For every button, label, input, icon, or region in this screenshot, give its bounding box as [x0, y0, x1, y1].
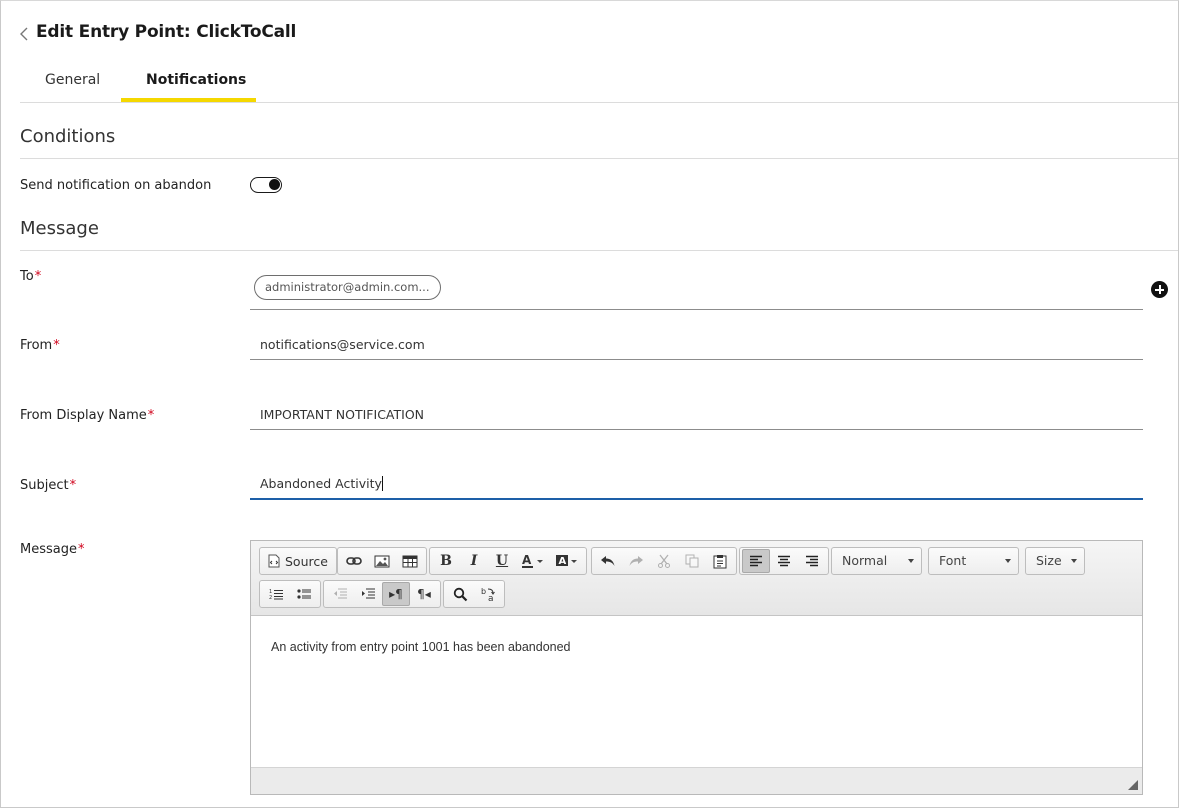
size-select-value: Size [1036, 553, 1062, 568]
display-name-label: From Display Name* [20, 408, 154, 423]
tab-notifications[interactable]: Notifications [146, 72, 246, 88]
required-marker: * [147, 408, 155, 423]
cut-icon[interactable] [650, 549, 678, 573]
svg-text:2: 2 [269, 595, 272, 600]
undo-icon[interactable] [594, 549, 622, 573]
message-label-text: Message [20, 542, 77, 557]
resize-handle-icon[interactable] [1128, 780, 1138, 790]
search-icon[interactable] [446, 582, 474, 606]
toggle-knob [269, 179, 280, 190]
bulleted-list-icon[interactable] [290, 582, 318, 606]
rich-text-editor: Source B I U A A Normal Font Size 1 2 ▸¶… [250, 540, 1143, 795]
italic-icon[interactable]: I [460, 549, 488, 573]
source-icon [268, 554, 280, 568]
underline-icon[interactable]: U [488, 549, 516, 573]
size-select[interactable]: Size [1025, 547, 1085, 575]
toolbar-group-insert [337, 547, 427, 575]
svg-text:A: A [559, 556, 567, 567]
align-left-icon[interactable] [742, 549, 770, 573]
required-marker: * [69, 478, 77, 493]
subject-input[interactable]: Abandoned Activity [250, 470, 1143, 500]
copy-icon[interactable] [678, 549, 706, 573]
required-marker: * [77, 542, 85, 557]
conditions-section-title: Conditions [20, 126, 116, 147]
toolbar-group-clipboard [591, 547, 737, 575]
required-marker: * [53, 338, 60, 353]
svg-text:A: A [522, 553, 532, 567]
svg-text:a: a [488, 594, 494, 602]
format-select-value: Normal [842, 553, 888, 568]
numbered-list-icon[interactable]: 12 [262, 582, 290, 606]
toolbar-group-basicstyles: B I U A A [429, 547, 587, 575]
to-label-text: To [20, 269, 34, 284]
display-name-label-text: From Display Name [20, 408, 147, 423]
recipient-chip[interactable]: administrator@admin.com... [254, 275, 441, 300]
page-title: Edit Entry Point: ClickToCall [36, 22, 297, 42]
chevron-down-icon [908, 559, 914, 563]
redo-icon[interactable] [622, 549, 650, 573]
required-marker: * [34, 269, 42, 284]
editor-content-area[interactable]: An activity from entry point 1001 has be… [251, 617, 1142, 767]
table-icon[interactable] [396, 549, 424, 573]
format-select[interactable]: Normal [831, 547, 922, 575]
to-recipients-field[interactable]: administrator@admin.com... [250, 272, 1143, 310]
message-section-title: Message [20, 218, 99, 239]
to-label: To* [20, 269, 41, 284]
toolbar-group-alignment [739, 547, 829, 575]
source-label: Source [285, 553, 328, 569]
display-name-value: IMPORTANT NOTIFICATION [260, 407, 425, 422]
image-icon[interactable] [368, 549, 396, 573]
decrease-indent-icon[interactable] [326, 582, 354, 606]
link-icon[interactable] [340, 549, 368, 573]
back-chevron-icon[interactable] [18, 26, 32, 42]
subject-value-wrap: Abandoned Activity [260, 476, 383, 491]
align-right-icon[interactable] [798, 549, 826, 573]
message-body-text: An activity from entry point 1001 has be… [271, 640, 571, 654]
background-color-icon[interactable]: A [550, 549, 584, 573]
toolbar-group-document: Source [259, 547, 337, 575]
from-label-text: From [20, 338, 53, 353]
message-divider [20, 250, 1178, 251]
chevron-down-icon [1005, 559, 1011, 563]
align-center-icon[interactable] [770, 549, 798, 573]
text-direction-rtl-icon[interactable]: ¶◂ [410, 582, 438, 606]
conditions-divider [20, 158, 1178, 159]
editor-toolbar: Source B I U A A Normal Font Size 1 2 ▸¶… [251, 541, 1142, 616]
bold-icon[interactable]: B [432, 549, 460, 573]
from-input[interactable]: notifications@service.com [250, 330, 1143, 360]
toolbar-group-indent: ▸¶ ¶◂ [323, 580, 441, 608]
text-caret [381, 476, 383, 491]
paste-icon[interactable] [706, 549, 734, 573]
subject-label-text: Subject [20, 478, 69, 493]
toolbar-group-find: ba [443, 580, 505, 608]
tabs-divider [20, 102, 1178, 103]
font-select-value: Font [939, 553, 967, 568]
abandon-notification-toggle[interactable] [250, 177, 282, 193]
abandon-notification-label: Send notification on abandon [20, 178, 212, 193]
text-direction-ltr-icon[interactable]: ▸¶ [382, 582, 410, 606]
editor-statusbar [251, 767, 1142, 794]
svg-text:b: b [481, 587, 486, 596]
tab-general[interactable]: General [45, 72, 100, 88]
from-label: From* [20, 338, 60, 353]
source-button[interactable]: Source [262, 549, 334, 573]
subject-label: Subject* [20, 478, 76, 493]
increase-indent-icon[interactable] [354, 582, 382, 606]
subject-value: Abandoned Activity [260, 476, 382, 491]
text-color-icon[interactable]: A [516, 549, 550, 573]
display-name-input[interactable]: IMPORTANT NOTIFICATION [250, 400, 1143, 430]
replace-icon[interactable]: ba [474, 582, 502, 606]
message-label: Message* [20, 542, 84, 557]
from-value: notifications@service.com [260, 337, 425, 352]
chevron-down-icon [1071, 559, 1077, 563]
toolbar-group-lists: 12 [259, 580, 321, 608]
font-select[interactable]: Font [928, 547, 1019, 575]
add-recipient-icon[interactable] [1151, 281, 1168, 298]
